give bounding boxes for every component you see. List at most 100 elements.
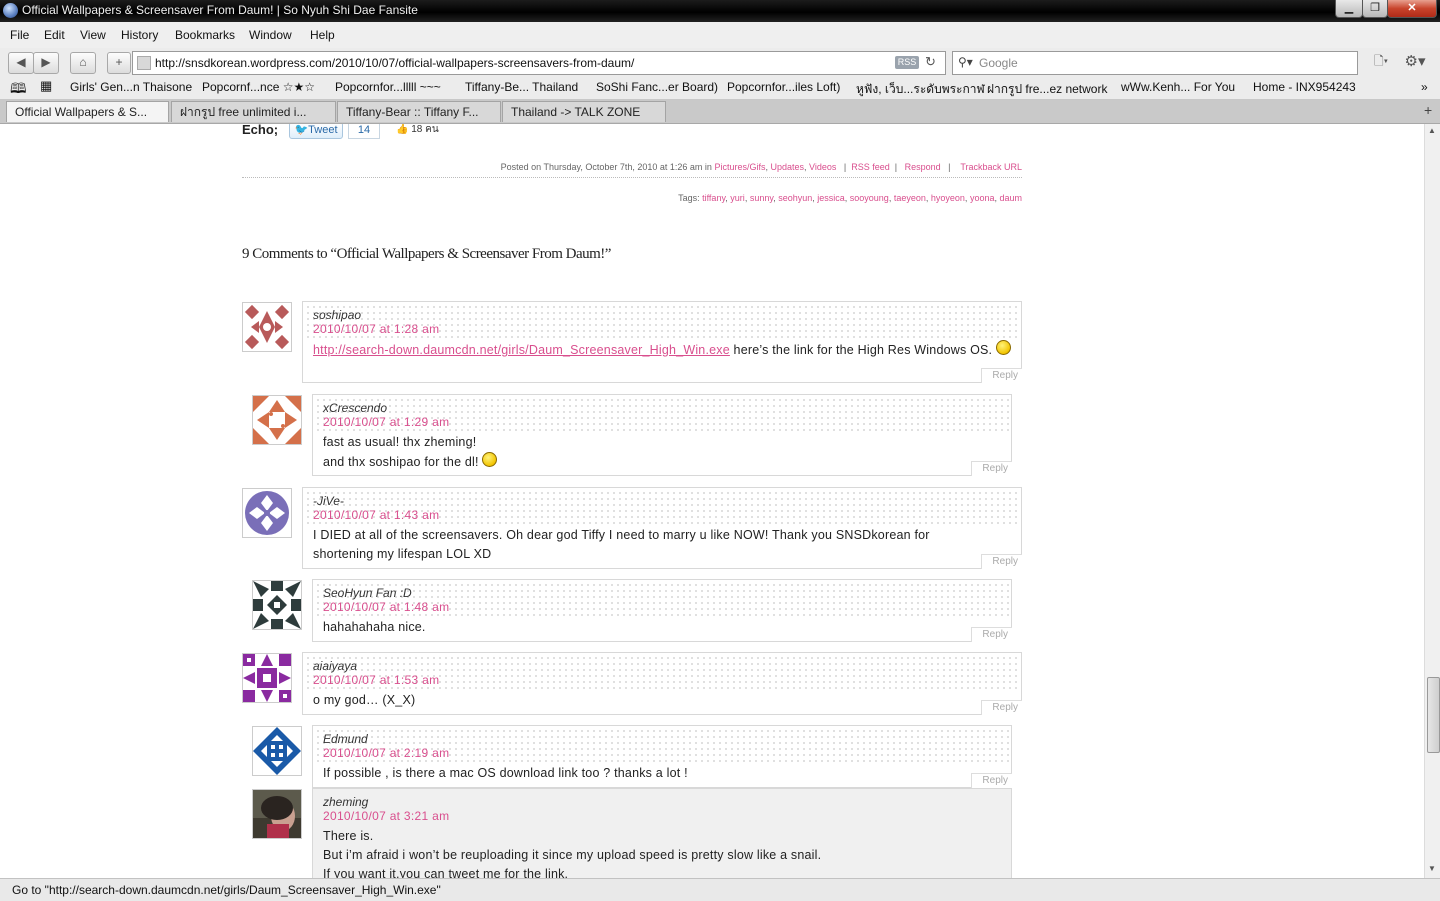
comment-date[interactable]: 2010/10/07 at 1:28 am [313,322,439,336]
settings-gear-icon[interactable]: ⚙▾ [1400,52,1430,72]
like-count: 18 คน [411,124,439,135]
respond-link[interactable]: Respond [905,162,941,172]
comment-date[interactable]: 2010/10/07 at 3:21 am [323,809,449,823]
avatar[interactable] [252,789,302,839]
like-button[interactable]: 👍 18 คน [396,124,439,137]
comment-date[interactable]: 2010/10/07 at 1:43 am [313,508,439,522]
tag-link[interactable]: sooyoung [850,193,889,203]
add-bookmark-button[interactable]: + [107,52,131,74]
comment-author[interactable]: SeoHyun Fan :D [323,586,412,600]
tag-link[interactable]: jessica [817,193,845,203]
bookmark-item[interactable]: SoShi Fanc...er Board) [596,80,718,94]
bookmark-item[interactable]: Popcornfor...lllll ~~~ [335,80,441,94]
search-field[interactable]: ⚲▾ Google [952,51,1358,75]
tag-link[interactable]: yoona [970,193,995,203]
menu-file[interactable]: File [10,28,29,42]
scroll-up-arrow-icon[interactable]: ▲ [1428,126,1436,135]
reply-button[interactable]: Reply [981,554,1022,569]
reply-button[interactable]: Reply [971,773,1012,788]
bookmark-item[interactable]: Tiffany-Be... Thailand [465,80,578,94]
close-button[interactable]: ✕ [1387,0,1437,18]
comment-date[interactable]: 2010/10/07 at 1:29 am [323,415,449,429]
comment-author[interactable]: aiaiyaya [313,659,357,673]
comment-text: There is. [323,829,374,843]
comment-author[interactable]: xCrescendo [323,401,387,415]
menu-window[interactable]: Window [249,28,292,42]
avatar[interactable] [252,726,302,776]
scroll-down-arrow-icon[interactable]: ▼ [1428,864,1436,873]
minimize-button[interactable]: ▁ [1335,0,1363,18]
comment-text: fast as usual! thx zheming! [323,435,477,449]
menu-edit[interactable]: Edit [44,28,65,42]
tab-fakroop[interactable]: ฝากรูป free unlimited i... [171,101,336,122]
reply-button[interactable]: Reply [971,461,1012,476]
tab-thailand-talk-zone[interactable]: Thailand -> TALK ZONE [502,101,666,122]
tab-bar: Official Wallpapers & S... ฝากรูป free u… [0,100,1440,124]
comment-author[interactable]: -JiVe- [313,494,344,508]
menu-view[interactable]: View [80,28,106,42]
rss-button[interactable]: RSS [895,56,919,69]
bookmark-item[interactable]: wWw.Kenh... For You [1121,80,1235,94]
forward-button[interactable]: ▶ [33,52,59,74]
user-photo-avatar [253,790,301,838]
menu-history[interactable]: History [121,28,158,42]
top-sites-grid-icon[interactable]: ▦ [40,78,52,94]
bookmark-item[interactable]: Home - INX954243 [1253,80,1356,94]
back-button[interactable]: ◀ [8,52,34,74]
avatar[interactable] [242,653,292,703]
avatar[interactable] [242,302,292,352]
vertical-scrollbar[interactable]: ▲ ▼ [1424,124,1440,878]
tag-link[interactable]: yuri [730,193,745,203]
download-link[interactable]: http://search-down.daumcdn.net/girls/Dau… [313,343,730,357]
reload-icon[interactable]: ↻ [925,54,936,70]
menu-bookmarks[interactable]: Bookmarks [175,28,235,42]
bookmarks-overflow-icon[interactable]: » [1421,80,1428,94]
tag-link[interactable]: daum [999,193,1022,203]
bookmark-item[interactable]: Popcornf...nce ☆★☆ [202,80,315,94]
tag-link[interactable]: sunny [750,193,773,203]
bookmark-item[interactable]: หูฟัง, เว็บ...ระดับพระกาฬ [856,80,985,99]
search-icon[interactable]: ⚲▾ [958,55,973,69]
bookmark-item[interactable]: Popcornfor...iles Loft) [727,80,840,94]
menu-help[interactable]: Help [310,28,335,42]
tweet-button[interactable]: 🐦Tweet [289,124,343,139]
url-text[interactable]: http://snsdkorean.wordpress.com/2010/10/… [155,56,634,70]
home-button[interactable]: ⌂ [70,52,96,74]
reply-button[interactable]: Reply [971,627,1012,642]
reply-button[interactable]: Reply [981,700,1022,715]
tag-link[interactable]: tiffany [702,193,725,203]
avatar[interactable] [252,580,302,630]
maximize-button[interactable]: ❐ [1362,0,1388,18]
comment-author[interactable]: soshipao [313,308,361,322]
avatar[interactable] [242,488,292,538]
tag-link[interactable]: taeyeon [894,193,926,203]
rss-feed-link[interactable]: RSS feed [851,162,890,172]
bookmark-item[interactable]: Girls' Gen...n Thaisone [70,80,192,94]
comment-date[interactable]: 2010/10/07 at 2:19 am [323,746,449,760]
bookmark-item[interactable]: ฝากรูป fre...ez network [987,80,1107,99]
bookmarks-book-icon[interactable]: 🕮 [10,78,27,102]
category-link[interactable]: Pictures/Gifs [714,162,765,172]
trackback-link[interactable]: Trackback URL [960,162,1022,172]
home-icon: ⌂ [79,55,87,69]
comment: aiaiyaya 2010/10/07 at 1:53 am o my god…… [302,652,1022,715]
comment-body: There is. But i’m afraid i won’t be reup… [313,825,1011,878]
avatar[interactable] [252,395,302,445]
tag-link[interactable]: hyoyeon [931,193,965,203]
scrollbar-thumb[interactable] [1427,677,1440,753]
comment-author[interactable]: zheming [323,795,368,809]
category-link[interactable]: Updates [770,162,804,172]
reply-button[interactable]: Reply [981,368,1022,383]
tab-tiffany-bear[interactable]: Tiffany-Bear :: Tiffany F... [337,101,501,122]
tag-link[interactable]: seohyun [778,193,812,203]
comment-date[interactable]: 2010/10/07 at 1:48 am [323,600,449,614]
comment-author[interactable]: Edmund [323,732,368,746]
tab-official-wallpapers[interactable]: Official Wallpapers & S... [6,101,169,122]
new-tab-icon[interactable]: + [1424,102,1432,118]
comment: SeoHyun Fan :D 2010/10/07 at 1:48 am hah… [312,579,1012,642]
page-menu-icon[interactable]: 🗋▾ [1368,52,1394,72]
category-link[interactable]: Videos [809,162,836,172]
comment-body: fast as usual! thx zheming! and thx soshi… [313,431,1011,472]
comment-date[interactable]: 2010/10/07 at 1:53 am [313,673,439,687]
address-bar[interactable]: http://snsdkorean.wordpress.com/2010/10/… [132,51,946,75]
